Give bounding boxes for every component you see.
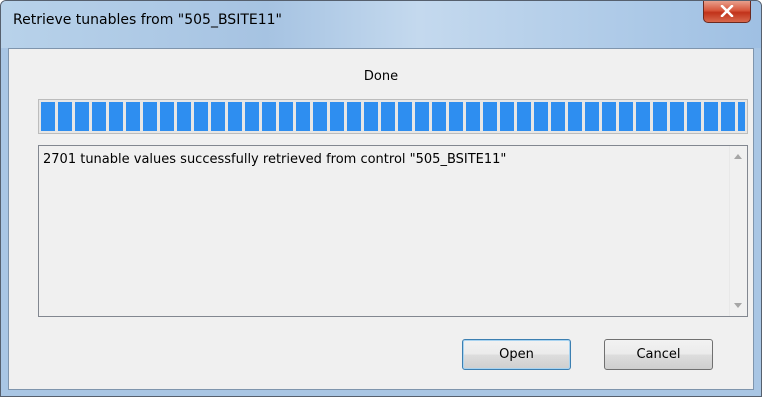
- dialog-window: Retrieve tunables from "505_BSITE11" Don…: [0, 0, 762, 397]
- cancel-button[interactable]: Cancel: [604, 339, 713, 370]
- close-button[interactable]: [703, 1, 751, 23]
- vertical-scrollbar[interactable]: [729, 146, 747, 316]
- scroll-down-arrow-icon[interactable]: [734, 303, 742, 308]
- progress-fill: [41, 102, 745, 131]
- status-label: Done: [363, 69, 399, 84]
- title-bar[interactable]: Retrieve tunables from "505_BSITE11": [1, 1, 761, 48]
- log-message: 2701 tunable values successfully retriev…: [43, 152, 507, 167]
- log-textbox[interactable]: 2701 tunable values successfully retriev…: [38, 145, 748, 317]
- close-icon: [720, 5, 734, 17]
- scroll-up-arrow-icon[interactable]: [734, 154, 742, 159]
- open-button[interactable]: Open: [462, 339, 571, 370]
- progress-bar: [38, 99, 748, 134]
- window-title: Retrieve tunables from "505_BSITE11": [13, 12, 282, 28]
- dialog-body: Done 2701 tunable values successfully re…: [8, 48, 754, 390]
